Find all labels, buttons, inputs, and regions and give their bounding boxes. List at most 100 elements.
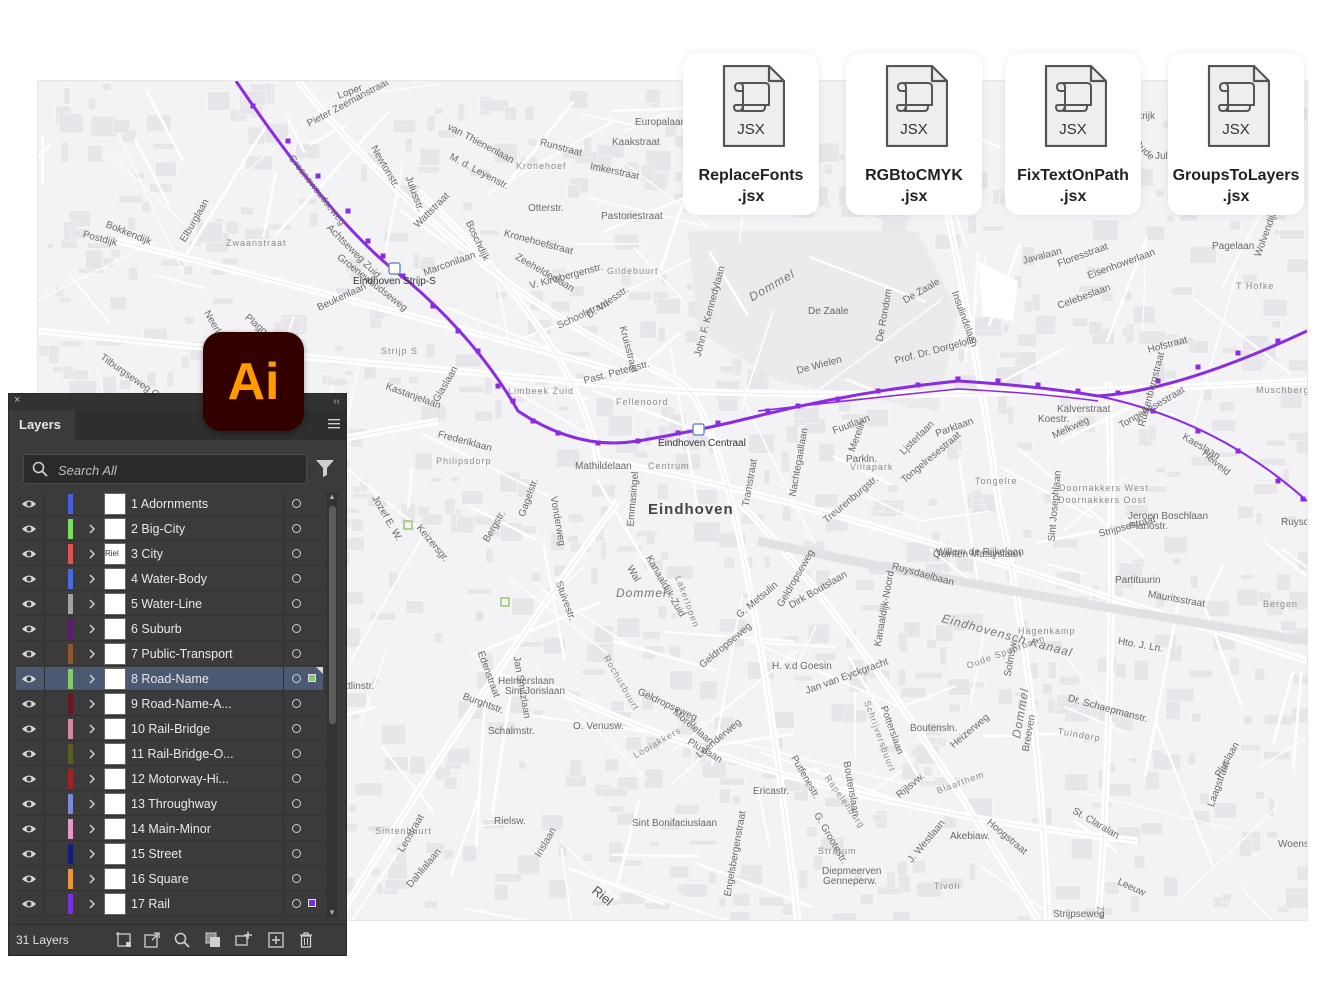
search-input[interactable] [56,455,300,485]
script-card[interactable]: JSX RGBtoCMYK .jsx [846,53,982,215]
visibility-eye-icon[interactable] [21,573,37,585]
visibility-eye-icon[interactable] [21,773,37,785]
layer-target-circle-icon[interactable] [292,899,301,908]
column-divider [283,892,284,916]
layer-thumbnail [104,518,126,540]
layer-row[interactable]: 11 Rail-Bridge-O... [16,742,323,766]
script-card[interactable]: JSX FixTextOnPath .jsx [1005,53,1141,215]
new-layer-icon[interactable] [267,931,285,949]
collect-for-export-icon[interactable] [115,931,133,949]
visibility-eye-icon[interactable] [21,848,37,860]
expand-chevron-icon[interactable] [87,722,97,736]
visibility-eye-icon[interactable] [21,723,37,735]
panel-menu-icon[interactable] [328,418,340,430]
layer-target-circle-icon[interactable] [292,849,301,858]
layer-row[interactable]: 14 Main-Minor [16,817,323,841]
layer-target-circle-icon[interactable] [292,749,301,758]
layer-row[interactable]: 17 Rail [16,892,323,916]
layer-row[interactable]: 9 Road-Name-A... [16,692,323,716]
layer-row[interactable]: 4 Water-Body [16,567,323,591]
visibility-eye-icon[interactable] [21,698,37,710]
layer-target-circle-icon[interactable] [292,699,301,708]
expand-chevron-icon[interactable] [87,522,97,536]
layer-count: 31 Layers [16,933,69,947]
script-card[interactable]: JSX GroupsToLayers .jsx [1168,53,1304,215]
layer-target-circle-icon[interactable] [292,874,301,883]
layer-list-scrollbar[interactable]: ▲ ▼ [326,492,338,917]
layer-row[interactable]: Riel 3 City [16,542,323,566]
layer-target-circle-icon[interactable] [292,624,301,633]
visibility-eye-icon[interactable] [21,648,37,660]
building-block [1071,317,1089,328]
visibility-eye-icon[interactable] [21,548,37,560]
layer-search-box[interactable] [23,454,307,485]
close-panel-icon[interactable]: × [14,394,20,406]
layer-target-circle-icon[interactable] [292,824,301,833]
building-block [60,141,70,163]
visibility-eye-icon[interactable] [21,798,37,810]
expand-chevron-icon[interactable] [87,572,97,586]
visibility-eye-icon[interactable] [21,873,37,885]
layer-row[interactable]: 5 Water-Line [16,592,323,616]
visibility-eye-icon[interactable] [21,673,37,685]
layer-target-circle-icon[interactable] [292,599,301,608]
expand-chevron-icon[interactable] [87,747,97,761]
expand-chevron-icon[interactable] [87,822,97,836]
layer-row[interactable]: 12 Motorway-Hi... [16,767,323,791]
layer-row[interactable]: 10 Rail-Bridge [16,717,323,741]
layer-target-circle-icon[interactable] [292,649,301,658]
selection-indicator-icon[interactable] [308,674,316,682]
expand-chevron-icon[interactable] [87,847,97,861]
delete-layer-icon[interactable] [297,931,315,949]
district-label: Villapark [850,462,894,472]
locate-object-icon[interactable] [173,931,191,949]
layer-row[interactable]: 16 Square [16,867,323,891]
layer-target-circle-icon[interactable] [292,499,301,508]
tab-layers[interactable]: Layers [13,410,75,440]
make-clipping-mask-icon[interactable] [204,931,222,949]
expand-chevron-icon[interactable] [87,897,97,911]
expand-chevron-icon[interactable] [87,772,97,786]
visibility-eye-icon[interactable] [21,748,37,760]
layer-row[interactable]: 1 Adornments [16,492,323,516]
layer-row[interactable]: 13 Throughway [16,792,323,816]
visibility-eye-icon[interactable] [21,823,37,835]
scroll-thumb[interactable] [329,506,336,724]
layer-row[interactable]: 2 Big-City [16,517,323,541]
visibility-eye-icon[interactable] [21,898,37,910]
visibility-eye-icon[interactable] [21,523,37,535]
visibility-eye-icon[interactable] [21,598,37,610]
visibility-eye-icon[interactable] [21,623,37,635]
layer-target-circle-icon[interactable] [292,774,301,783]
expand-chevron-icon[interactable] [87,647,97,661]
building-block [657,327,666,344]
export-icon[interactable] [143,931,161,949]
layer-row[interactable]: 8 Road-Name [16,667,323,691]
scroll-up-icon[interactable]: ▲ [328,492,336,501]
filter-icon[interactable] [315,458,335,478]
expand-chevron-icon[interactable] [87,697,97,711]
collapse-panel-icon[interactable]: ‹‹ [333,396,340,407]
expand-chevron-icon[interactable] [87,622,97,636]
layer-target-circle-icon[interactable] [292,674,301,683]
layer-target-circle-icon[interactable] [292,549,301,558]
layer-target-circle-icon[interactable] [292,724,301,733]
layer-target-circle-icon[interactable] [292,574,301,583]
layer-row[interactable]: 6 Suburb [16,617,323,641]
expand-chevron-icon[interactable] [87,797,97,811]
scroll-down-icon[interactable]: ▼ [328,908,336,917]
layer-target-circle-icon[interactable] [292,524,301,533]
layer-row[interactable]: 15 Street [16,842,323,866]
script-card[interactable]: JSX ReplaceFonts .jsx [683,53,819,215]
visibility-eye-icon[interactable] [21,498,37,510]
expand-chevron-icon[interactable] [87,672,97,686]
expand-chevron-icon[interactable] [87,597,97,611]
expand-chevron-icon[interactable] [87,547,97,561]
new-sublayer-icon[interactable] [235,931,253,949]
expand-chevron-icon[interactable] [87,872,97,886]
layer-row[interactable]: 7 Public-Transport [16,642,323,666]
building-block [414,451,433,471]
rail-anchor-point [635,438,641,444]
selection-indicator-icon[interactable] [308,899,316,907]
layer-target-circle-icon[interactable] [292,799,301,808]
